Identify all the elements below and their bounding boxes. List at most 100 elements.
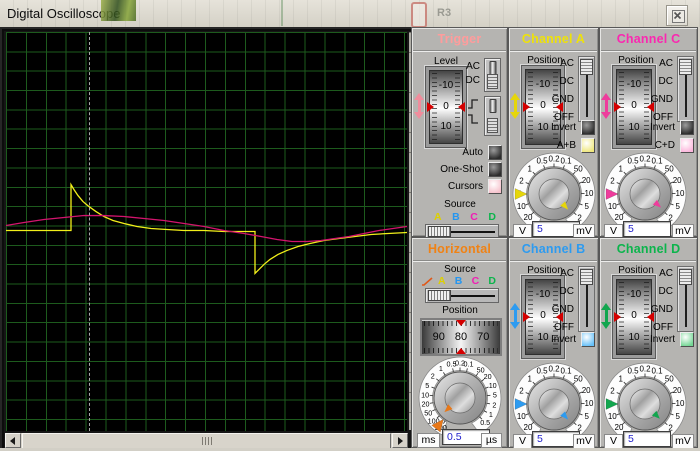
knob-scale-label: 10: [608, 202, 617, 211]
channel-c-coupling-switch[interactable]: [677, 56, 694, 122]
channel-c-invert-button[interactable]: [680, 120, 694, 135]
knob-scale-label: 0.2: [639, 365, 651, 374]
knob-scale-label: 50: [424, 408, 432, 417]
knob-scale-label: 0.1: [464, 360, 474, 369]
trigger-coupling-switch[interactable]: [484, 58, 501, 92]
knob-scale-label: 10: [517, 202, 526, 211]
knob-scale-label: 5: [675, 202, 680, 211]
channel-d-panel: Channel D Position -10 0 10 AC DC GND OF…: [599, 237, 698, 449]
scroll-right-arrow-icon: [398, 437, 403, 445]
channel-b-position-indicator[interactable]: [510, 303, 520, 329]
slider-marker-left-icon: [427, 102, 434, 112]
scrollbar-thumb[interactable]: [22, 433, 391, 449]
knob-scale-label: 0.2: [548, 365, 560, 374]
rising-edge-icon: [468, 99, 478, 109]
channel-b-position-slider[interactable]: -10 0 10: [521, 275, 565, 359]
channel-a-scale-knob[interactable]: 20105210.50.20.150201052: [510, 152, 598, 232]
background-resistor-artifact: [411, 2, 427, 28]
channel-a-title: Channel A: [510, 29, 597, 51]
horizontal-source-label: Source: [444, 264, 476, 275]
invert-label: Invert: [649, 334, 675, 345]
knob-scale-label: 10: [585, 189, 594, 198]
source-channel-c: C: [470, 211, 478, 223]
channel-a-coupling-switch[interactable]: [578, 56, 595, 122]
trigger-level-slider[interactable]: -10 0 10: [425, 66, 467, 148]
channel-d-position-slider[interactable]: -10 0 10: [612, 275, 656, 359]
auto-label: Auto: [462, 147, 483, 158]
trigger-level-indicator[interactable]: [414, 93, 424, 119]
channel-c-position-indicator[interactable]: [601, 93, 611, 119]
slider-marker-left-icon: [523, 102, 530, 112]
scroll-right-button[interactable]: [392, 433, 408, 448]
knob-scale-label: 2: [610, 177, 615, 186]
knob-scale-label: 0.1: [651, 367, 663, 376]
channel-b-coupling-switch[interactable]: [578, 266, 595, 332]
knob-scale-label: 0.5: [627, 367, 639, 376]
channel-a-trace: [6, 182, 407, 275]
source-channel-b: B: [452, 211, 460, 223]
titlebar[interactable]: Digital Oscilloscope R3: [0, 0, 700, 28]
knob-scale-label: 2: [431, 372, 435, 381]
knob-scale-label: 1: [618, 374, 623, 383]
channel-c-position-slider[interactable]: -10 0 10: [612, 65, 656, 149]
auto-button[interactable]: [488, 145, 502, 160]
timebase-knob[interactable]: 2001005020105210.50.20.15020105210.5: [414, 356, 506, 436]
knob-scale-label: 20: [582, 176, 591, 185]
knob-scale-label: 5: [584, 412, 589, 421]
channel-a-position-slider[interactable]: -10 0 10: [521, 65, 565, 149]
horizontal-source-channels: ABCD: [438, 275, 496, 287]
channel-c-scale-knob[interactable]: 20105210.50.20.150201052: [601, 152, 689, 232]
invert-label: Invert: [550, 334, 576, 345]
knob-scale-label: 0.5: [480, 418, 490, 427]
channel-a-position-indicator[interactable]: [510, 93, 520, 119]
channel-d-position-indicator[interactable]: [601, 303, 611, 329]
knob-scale-label: 5: [675, 412, 680, 421]
slider-marker-right-icon: [458, 102, 465, 112]
channel-b-title: Channel B: [510, 239, 597, 261]
knob-scale-label: 20: [673, 386, 682, 395]
source-channel-c: C: [471, 275, 480, 287]
millivolts-unit-label: mV: [573, 434, 595, 449]
cursors-button[interactable]: [488, 179, 502, 194]
knob-scale-label: 1: [527, 374, 532, 383]
channel-c-scale-value[interactable]: 5: [623, 221, 671, 237]
knob-scale-label: 20: [673, 176, 682, 185]
channel-c-sum-button[interactable]: [680, 138, 694, 153]
horizontal-position-label: Position: [442, 305, 478, 316]
dial-number: 90: [432, 330, 445, 343]
knob-scale-label: 20: [484, 372, 492, 381]
knob-scale-label: 1: [618, 164, 623, 173]
channel-b-invert-button[interactable]: [581, 332, 595, 347]
channel-d-coupling-switch[interactable]: [677, 266, 694, 332]
horizontal-source-slider[interactable]: [425, 288, 499, 303]
slider-scale-label: 10: [440, 121, 452, 133]
close-button[interactable]: [666, 5, 688, 26]
slider-scale-label: -10: [438, 79, 454, 91]
trigger-edge-switch[interactable]: [484, 96, 501, 136]
scroll-left-button[interactable]: [5, 433, 21, 448]
knob-scale-label: 0.5: [536, 157, 548, 166]
a-plus-b-label: A+B: [556, 140, 576, 151]
off-label: OFF: [653, 322, 673, 333]
one-shot-button[interactable]: [488, 162, 502, 177]
trigger-ac-label: AC: [466, 61, 480, 72]
channel-d-invert-button[interactable]: [680, 332, 694, 347]
trigger-cursor-line: [89, 32, 90, 431]
horizontal-position-dial[interactable]: 90 80 70: [420, 318, 502, 356]
knob-scale-label: 50: [574, 164, 583, 173]
knob-scale-label: 0.2: [548, 155, 560, 164]
knob-scale-label: 10: [489, 381, 497, 390]
scope-display-region: [2, 29, 415, 451]
channel-a-sum-button[interactable]: [581, 138, 595, 153]
close-icon: [672, 10, 685, 23]
horizontal-panel: Horizontal Source ABCD Position 90 80 70…: [411, 237, 508, 448]
gnd-label: GND: [551, 304, 574, 315]
knob-scale-label: 10: [676, 189, 685, 198]
background-circuit-artifact: [101, 0, 136, 21]
channel-d-scale-knob[interactable]: 20105210.50.20.150201052: [601, 362, 689, 442]
channel-b-scale-knob[interactable]: 20105210.50.20.150201052: [510, 362, 598, 442]
channel-a-invert-button[interactable]: [581, 120, 595, 135]
channel-d-scale-value[interactable]: 5: [623, 431, 671, 447]
waveform-traces: [6, 182, 407, 275]
horizontal-scrollbar[interactable]: [5, 433, 408, 449]
